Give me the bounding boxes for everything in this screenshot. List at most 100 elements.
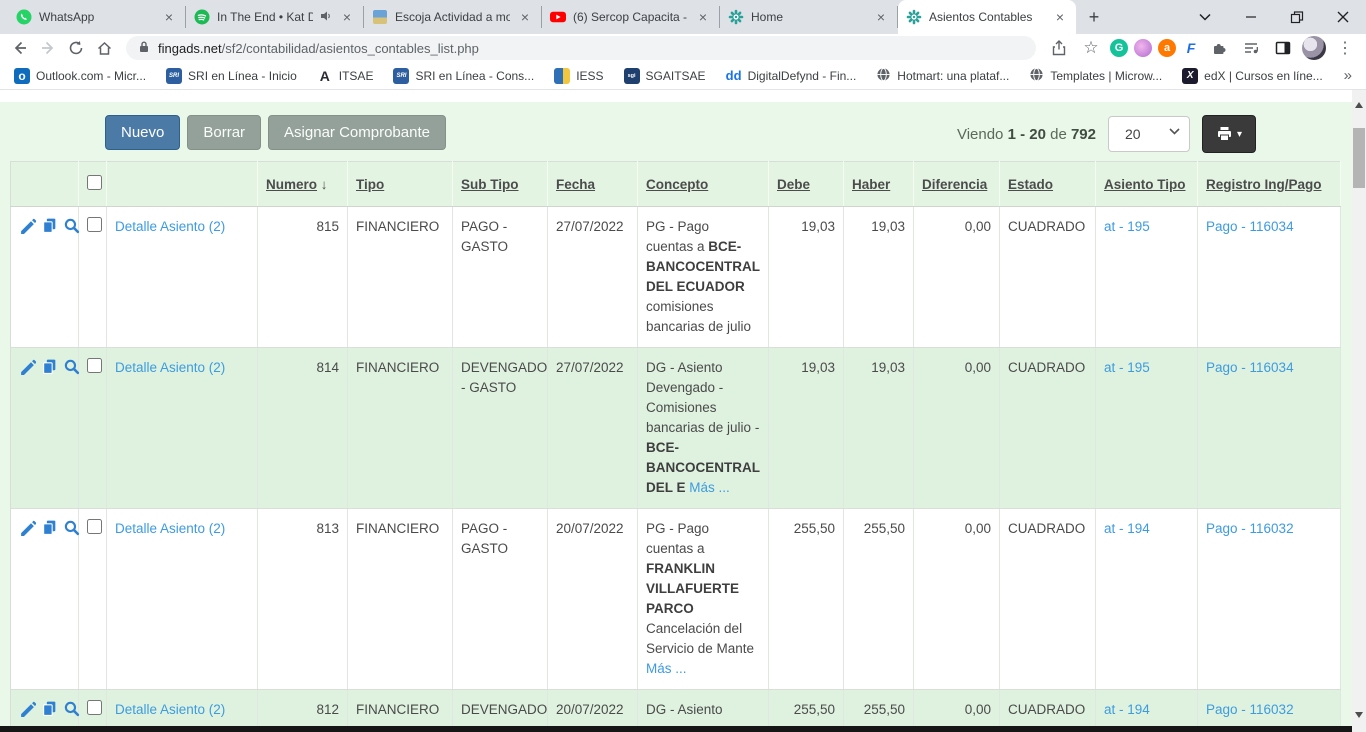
bookmark-label: SRI en Línea - Cons...: [415, 69, 534, 83]
page-size-select[interactable]: 20: [1108, 116, 1190, 152]
select-all-checkbox[interactable]: [87, 175, 102, 190]
new-tab-button[interactable]: +: [1080, 0, 1108, 34]
table-row: Detalle Asiento (2) 814 FINANCIERO DEVEN…: [11, 348, 1341, 509]
concepto-text: DG - Asiento Devengado - Comisiones banc…: [646, 360, 759, 435]
chrome-menu-icon[interactable]: ⋮: [1332, 36, 1358, 60]
copy-icon[interactable]: [41, 519, 58, 536]
detail-link[interactable]: Detalle Asiento (2): [115, 360, 225, 375]
cell-haber: 255,50: [844, 509, 914, 690]
bookmark-star-icon[interactable]: ☆: [1078, 36, 1104, 60]
reload-icon[interactable]: [64, 36, 88, 60]
bookmark-sri-inicio[interactable]: SRI SRI en Línea - Inicio: [166, 68, 297, 84]
pink-cloud-extension-icon[interactable]: [1134, 39, 1152, 57]
tab-escoja-actividad[interactable]: Escoja Actividad a mo ×: [364, 6, 542, 28]
bookmarks-overflow-icon[interactable]: »: [1344, 67, 1352, 84]
viewing-of: de: [1050, 126, 1067, 143]
tab-close-icon[interactable]: ×: [1052, 9, 1068, 25]
view-icon[interactable]: [63, 700, 80, 717]
tab-home[interactable]: Home ×: [720, 6, 898, 28]
edit-icon[interactable]: [19, 217, 36, 234]
tab-spotify[interactable]: In The End • Kat D ×: [186, 6, 364, 28]
detail-link[interactable]: Detalle Asiento (2): [115, 702, 225, 717]
registro-link[interactable]: Pago - 116034: [1206, 360, 1294, 375]
tab-close-icon[interactable]: ×: [339, 9, 355, 25]
scroll-up-icon[interactable]: [1355, 102, 1363, 108]
page-content: Nuevo Borrar Asignar Comprobante Viendo …: [0, 90, 1366, 732]
row-checkbox[interactable]: [87, 700, 102, 715]
profile-avatar[interactable]: [1302, 36, 1326, 60]
browser-window: WhatsApp × In The End • Kat D × Escoja A…: [0, 0, 1366, 732]
tab-whatsapp[interactable]: WhatsApp ×: [8, 6, 186, 28]
row-checkbox[interactable]: [87, 358, 102, 373]
tab-close-icon[interactable]: ×: [695, 9, 711, 25]
forward-icon[interactable]: [36, 36, 60, 60]
close-window-button[interactable]: [1320, 0, 1366, 34]
registro-link[interactable]: Pago - 116034: [1206, 219, 1294, 234]
edit-icon[interactable]: [19, 700, 36, 717]
bookmark-templates[interactable]: Templates | Microw...: [1029, 67, 1162, 85]
share-icon[interactable]: [1046, 36, 1072, 60]
row-checkbox[interactable]: [87, 519, 102, 534]
asiento-tipo-link[interactable]: at - 194: [1104, 521, 1150, 536]
tab-search-icon[interactable]: [1182, 0, 1228, 34]
detail-link[interactable]: Detalle Asiento (2): [115, 219, 225, 234]
nuevo-button[interactable]: Nuevo: [105, 115, 180, 150]
view-icon[interactable]: [63, 519, 80, 536]
view-icon[interactable]: [63, 217, 80, 234]
back-icon[interactable]: [8, 36, 32, 60]
more-link[interactable]: Más ...: [646, 661, 687, 676]
page-top-gap: [0, 90, 1366, 102]
registro-link[interactable]: Pago - 116032: [1206, 702, 1294, 717]
header-haber: Haber: [844, 162, 914, 207]
edit-icon[interactable]: [19, 358, 36, 375]
header-actions: [11, 162, 79, 207]
view-icon[interactable]: [63, 358, 80, 375]
asientos-table: Numero ↓ Tipo Sub Tipo Fecha Concepto De…: [10, 161, 1341, 732]
bookmark-sri-consultas[interactable]: SRI SRI en Línea - Cons...: [393, 68, 534, 84]
tab-youtube[interactable]: (6) Sercop Capacita - Y ×: [542, 6, 720, 28]
media-queue-icon[interactable]: [1238, 36, 1264, 60]
extensions-puzzle-icon[interactable]: [1206, 36, 1232, 60]
copy-icon[interactable]: [41, 358, 58, 375]
scrollbar-thumb[interactable]: [1353, 128, 1365, 188]
tab-close-icon[interactable]: ×: [517, 9, 533, 25]
page-scrollbar[interactable]: [1352, 90, 1366, 732]
bookmark-hotmart[interactable]: Hotmart: una plataf...: [876, 67, 1009, 85]
page-action-bar: Nuevo Borrar Asignar Comprobante Viendo …: [0, 115, 1366, 153]
minimize-button[interactable]: [1228, 0, 1274, 34]
home-icon[interactable]: [92, 36, 116, 60]
registro-link[interactable]: Pago - 116032: [1206, 521, 1294, 536]
bookmark-outlook[interactable]: o Outlook.com - Micr...: [14, 68, 146, 84]
asiento-tipo-link[interactable]: at - 195: [1104, 360, 1150, 375]
borrar-button[interactable]: Borrar: [187, 115, 261, 150]
tab-close-icon[interactable]: ×: [873, 9, 889, 25]
tab-close-icon[interactable]: ×: [161, 9, 177, 25]
sort-desc-icon[interactable]: ↓: [321, 177, 328, 192]
blue-f-extension-icon[interactable]: F: [1182, 39, 1200, 57]
viewing-prefix: Viendo: [957, 126, 1003, 143]
restore-button[interactable]: [1274, 0, 1320, 34]
asiento-tipo-link[interactable]: at - 195: [1104, 219, 1150, 234]
grammarly-extension-icon[interactable]: G: [1110, 39, 1128, 57]
bookmark-digitaldefynd[interactable]: dd DigitalDefynd - Fin...: [726, 68, 857, 84]
copy-icon[interactable]: [41, 217, 58, 234]
url-bar[interactable]: fingads.net/sf2/contabilidad/asientos_co…: [126, 36, 1036, 60]
asignar-comprobante-button[interactable]: Asignar Comprobante: [268, 115, 446, 150]
copy-icon[interactable]: [41, 700, 58, 717]
row-checkbox[interactable]: [87, 217, 102, 232]
bookmark-sgaitsae[interactable]: sgi SGAITSAE: [624, 68, 706, 84]
side-panel-icon[interactable]: [1270, 36, 1296, 60]
edit-icon[interactable]: [19, 519, 36, 536]
scroll-down-icon[interactable]: [1355, 712, 1363, 718]
asiento-tipo-link[interactable]: at - 194: [1104, 702, 1150, 717]
avast-extension-icon[interactable]: a: [1158, 39, 1176, 57]
print-button[interactable]: ▾: [1202, 115, 1256, 153]
detail-link[interactable]: Detalle Asiento (2): [115, 521, 225, 536]
tab-asientos-contables[interactable]: Asientos Contables ×: [898, 0, 1076, 34]
bookmark-edx[interactable]: X edX | Cursos en líne...: [1182, 68, 1323, 84]
tab-audio-icon[interactable]: [320, 10, 332, 25]
table-header-row: Numero ↓ Tipo Sub Tipo Fecha Concepto De…: [11, 162, 1341, 207]
more-link[interactable]: Más ...: [689, 480, 730, 495]
bookmark-iess[interactable]: IESS: [554, 68, 603, 84]
bookmark-itsae[interactable]: A ITSAE: [317, 68, 374, 84]
